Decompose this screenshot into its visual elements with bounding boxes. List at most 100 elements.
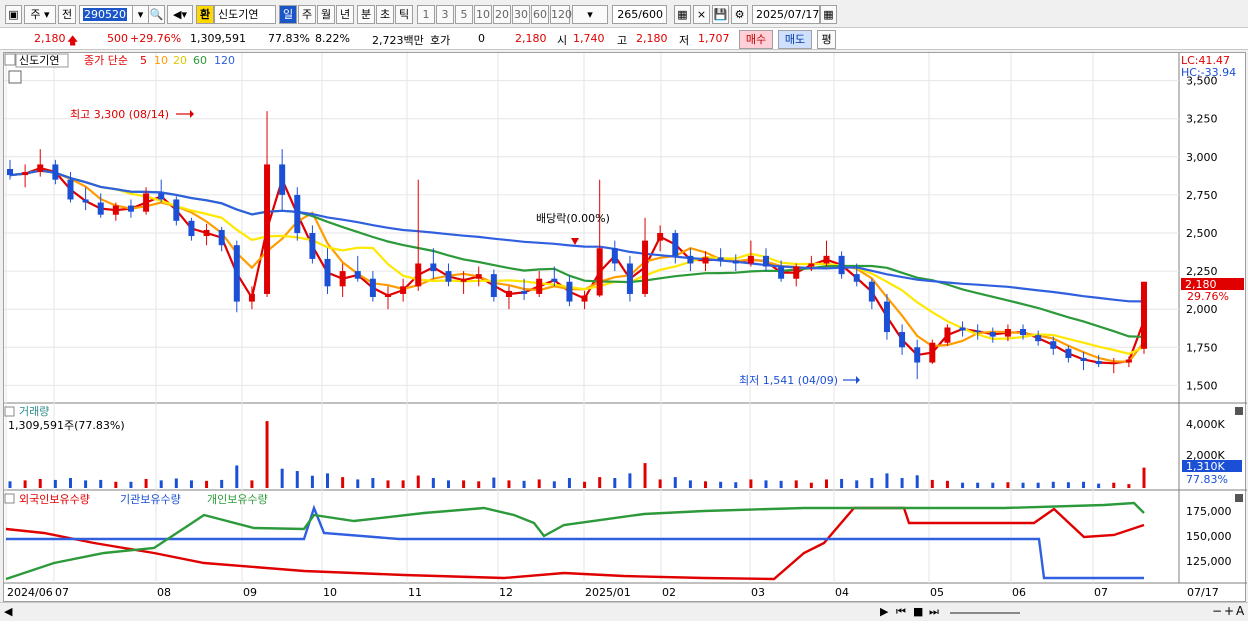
scroll-start-icon[interactable]: ⏮ — [896, 605, 906, 619]
high-label: 고 — [617, 34, 628, 47]
font-size-icon[interactable]: A — [1236, 604, 1244, 618]
interval-5[interactable]: 5 — [455, 5, 473, 24]
zoom-minus-icon[interactable]: − — [1212, 604, 1222, 618]
candle-body — [97, 202, 104, 215]
candle-body — [52, 164, 59, 180]
volume-bar — [704, 481, 708, 488]
volume-bar — [840, 478, 844, 488]
period-tab-month[interactable]: 월 — [317, 5, 335, 24]
period-tab-minute[interactable]: 분 — [357, 5, 375, 24]
holdings-tick-125000: 125,000 — [1186, 555, 1232, 568]
x-axis-label: 2024/06 — [7, 586, 53, 599]
count-input[interactable]: 265/600 — [612, 5, 667, 24]
volume-bar — [1112, 482, 1116, 488]
legend-individual: 개인보유수량 — [207, 493, 268, 506]
up-arrow-icon: 🡅 — [67, 34, 79, 47]
interval-1[interactable]: 1 — [417, 5, 435, 24]
interval-20[interactable]: 20 — [493, 5, 511, 24]
volume-bar — [38, 478, 42, 488]
candle-body — [596, 248, 603, 296]
pane-collapse-icon[interactable] — [4, 53, 16, 66]
volume-bar — [628, 473, 632, 488]
low-arrow-icon — [856, 376, 860, 384]
x-axis-label: 03 — [751, 586, 765, 599]
save-icon[interactable]: 💾 — [712, 5, 729, 24]
layout-icon[interactable]: ▣ — [5, 5, 22, 24]
price-tick-label: 2,750 — [1186, 189, 1218, 202]
holdings-close-icon[interactable] — [1235, 494, 1243, 502]
holdings-collapse-icon[interactable] — [4, 493, 15, 504]
volume-bar — [144, 478, 148, 488]
candle-body — [536, 278, 543, 294]
volume-bar — [220, 479, 224, 488]
volume-bar — [1036, 482, 1040, 488]
candle-body — [82, 199, 89, 203]
candle-body — [490, 274, 497, 297]
period-tab-second[interactable]: 초 — [376, 5, 394, 24]
candle-body — [1141, 281, 1147, 349]
settings-icon[interactable]: ⚙ — [731, 5, 748, 24]
sell-button[interactable]: 매도 — [778, 30, 812, 49]
volume-bar — [1127, 484, 1131, 488]
candle-body — [521, 290, 528, 294]
period-tab-week[interactable]: 주 — [298, 5, 316, 24]
calendar-icon[interactable]: ▦ — [820, 5, 837, 24]
eval-button[interactable]: 평 — [817, 30, 836, 49]
low-note: 최저 1,541 (04/09) — [739, 374, 838, 387]
interval-3[interactable]: 3 — [436, 5, 454, 24]
candle-body — [611, 248, 618, 264]
interval-120[interactable]: 120 — [550, 5, 572, 24]
candle-body — [505, 290, 512, 297]
x-axis-label: 05 — [930, 586, 944, 599]
sound-icon[interactable]: ◀▾ — [167, 5, 193, 24]
scroll-end-icon[interactable]: ⏭ — [929, 605, 939, 619]
volume-bar — [855, 480, 859, 488]
cross-icon[interactable]: ⨯ — [693, 5, 710, 24]
price-tick-label: 1,750 — [1186, 341, 1218, 354]
market-select[interactable]: 주 ▾ — [24, 5, 56, 24]
buy-button[interactable]: 매수 — [739, 30, 773, 49]
scroll-right-icon[interactable]: ▶ — [880, 605, 888, 618]
zoom-slider[interactable] — [950, 612, 1020, 614]
volume-bar — [1142, 467, 1146, 488]
all-button[interactable]: 전 — [58, 5, 76, 24]
institution-holdings-line — [6, 504, 1144, 580]
volume-bar — [1082, 481, 1086, 488]
period-tab-year[interactable]: 년 — [336, 5, 354, 24]
volume-bar — [522, 480, 526, 488]
volume-bar — [68, 478, 72, 488]
market-label: 주 — [30, 8, 41, 21]
stock-chart-svg[interactable]: 신도기연 종가 단순 5 10 20 60 120 LC:41.47 HC:-3… — [4, 53, 1247, 603]
grid-toggle-icon[interactable] — [8, 70, 22, 84]
interval-custom-select[interactable]: ▾ — [572, 5, 608, 24]
price-tick-label: 3,000 — [1186, 151, 1218, 164]
interval-10[interactable]: 10 — [474, 5, 492, 24]
stock-name-field[interactable]: 신도기연 — [214, 5, 276, 24]
volume-bar — [688, 480, 692, 488]
current-pct-tag: 29.76% — [1187, 290, 1229, 303]
date-input[interactable]: 2025/07/17 — [752, 5, 820, 24]
volume-close-icon[interactable] — [1235, 407, 1243, 415]
chart-scrollbar[interactable]: ◀ ▶ ⏮ ■ ⏭ − + A — [0, 602, 1248, 621]
candle-icon[interactable]: ▦ — [674, 5, 691, 24]
volume-collapse-icon[interactable] — [4, 406, 15, 417]
dropdown-arrow-icon[interactable]: ▾ — [132, 5, 149, 24]
exchange-button[interactable]: 환 — [196, 5, 214, 24]
legend-institution: 기관보유수량 — [120, 493, 181, 506]
volume-bar — [1051, 481, 1055, 488]
interval-60[interactable]: 60 — [531, 5, 549, 24]
candle-body — [22, 172, 29, 176]
zoom-plus-icon[interactable]: + — [1224, 604, 1234, 618]
search-icon[interactable]: 🔍 — [148, 5, 165, 24]
volume-bar — [809, 482, 813, 488]
interval-30[interactable]: 30 — [512, 5, 530, 24]
price-change-pct: +29.76% — [130, 32, 182, 45]
chart-area[interactable]: 신도기연 종가 단순 5 10 20 60 120 LC:41.47 HC:-3… — [3, 52, 1247, 603]
period-tab-day[interactable]: 일 — [279, 5, 297, 24]
period-tab-tick[interactable]: 틱 — [395, 5, 413, 24]
candle-body — [37, 164, 44, 173]
foreign-holdings-line — [5, 506, 1145, 581]
price-axis: 3,500 3,250 3,000 2,750 2,500 2,250 2,000 1,750… — [1186, 75, 1218, 393]
scroll-left-icon[interactable]: ◀ — [4, 605, 12, 618]
stop-icon[interactable]: ■ — [913, 605, 923, 618]
